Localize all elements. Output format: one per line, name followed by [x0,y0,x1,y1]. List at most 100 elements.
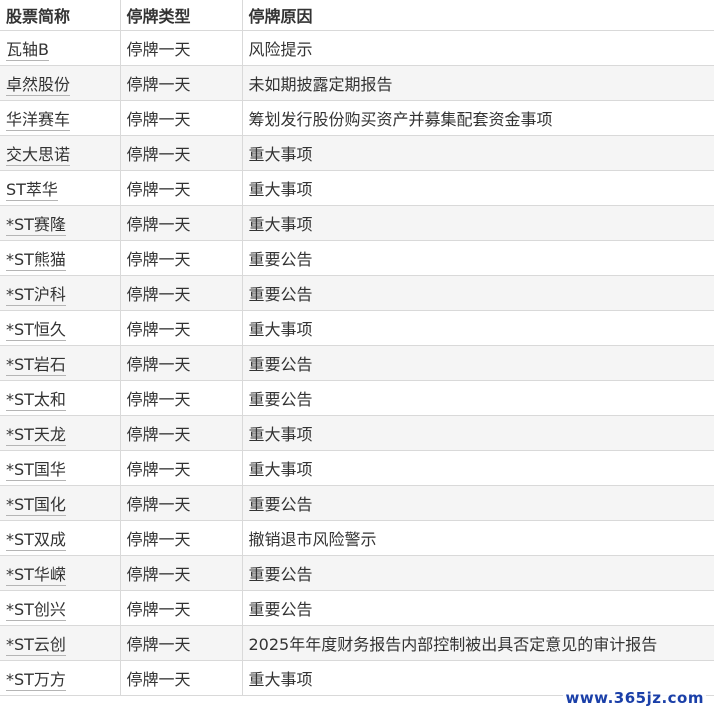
table-row: *ST沪科 停牌一天 重要公告 [0,274,714,311]
stock-name-link[interactable]: *ST万方 [6,669,66,691]
stock-name-cell: ST萃华 [0,169,121,206]
suspension-reason-cell: 重大事项 [241,449,714,486]
suspension-type-cell: 停牌一天 [119,29,243,66]
suspension-reason-cell: 重要公告 [241,379,714,416]
stock-name-link[interactable]: *ST岩石 [6,354,66,376]
stock-name-cell: *ST恒久 [0,309,121,346]
table-row: *ST华嵘 停牌一天 重要公告 [0,554,714,591]
stock-name-cell: *ST国华 [0,449,121,486]
suspension-reason-cell: 重大事项 [241,204,714,241]
stock-name-link[interactable]: *ST双成 [6,529,66,551]
table-row: 交大思诺 停牌一天 重大事项 [0,134,714,171]
suspension-reason-cell: 未如期披露定期报告 [241,64,714,101]
suspension-type-cell: 停牌一天 [119,344,243,381]
stock-name-cell: *ST华嵘 [0,554,121,591]
stock-name-cell: *ST万方 [0,659,121,696]
stock-name-cell: *ST国化 [0,484,121,521]
suspension-reason-cell: 重要公告 [241,589,714,626]
stock-name-cell: *ST赛隆 [0,204,121,241]
suspension-type-cell: 停牌一天 [119,274,243,311]
table-row: *ST双成 停牌一天 撤销退市风险警示 [0,519,714,556]
stock-name-cell: 瓦轴B [0,29,121,66]
stock-name-link[interactable]: *ST国化 [6,494,66,516]
site-watermark: www.365jz.com [563,689,706,707]
suspension-reason-cell: 重大事项 [241,414,714,451]
suspension-reason-cell: 筹划发行股份购买资产并募集配套资金事项 [241,99,714,136]
stock-name-cell: 卓然股份 [0,64,121,101]
header-suspension-reason: 停牌原因 [241,0,714,31]
suspension-type-cell: 停牌一天 [119,484,243,521]
stock-name-link[interactable]: *ST沪科 [6,284,66,306]
stock-name-link[interactable]: *ST熊猫 [6,249,66,271]
stock-name-cell: 华洋赛车 [0,99,121,136]
suspension-type-cell: 停牌一天 [119,624,243,661]
stock-name-cell: *ST岩石 [0,344,121,381]
table-row: *ST云创 停牌一天 2025年年度财务报告内部控制被出具否定意见的审计报告 [0,624,714,661]
table-row: 华洋赛车 停牌一天 筹划发行股份购买资产并募集配套资金事项 [0,99,714,136]
stock-name-link[interactable]: ST萃华 [6,179,58,201]
stock-name-link[interactable]: 华洋赛车 [6,109,71,131]
stock-name-cell: *ST沪科 [0,274,121,311]
suspension-type-cell: 停牌一天 [119,519,243,556]
table-row: 瓦轴B 停牌一天 风险提示 [0,29,714,66]
suspension-reason-cell: 风险提示 [241,29,714,66]
stock-name-cell: *ST熊猫 [0,239,121,276]
suspension-reason-cell: 重要公告 [241,239,714,276]
table-row: *ST熊猫 停牌一天 重要公告 [0,239,714,276]
suspension-reason-cell: 重要公告 [241,344,714,381]
suspension-reason-cell: 重大事项 [241,309,714,346]
suspension-reason-cell: 重要公告 [241,554,714,591]
stock-name-cell: *ST双成 [0,519,121,556]
stock-name-link[interactable]: *ST创兴 [6,599,66,621]
table-row: *ST国化 停牌一天 重要公告 [0,484,714,521]
table-row: *ST恒久 停牌一天 重大事项 [0,309,714,346]
suspension-reason-cell: 重要公告 [241,274,714,311]
table-header-row: 股票简称 停牌类型 停牌原因 [0,0,714,31]
suspension-type-cell: 停牌一天 [119,414,243,451]
stock-name-link[interactable]: *ST云创 [6,634,66,656]
suspension-type-cell: 停牌一天 [119,64,243,101]
table-body: 瓦轴B 停牌一天 风险提示 卓然股份 停牌一天 未如期披露定期报告 华洋赛车 停牌一天 筹划发行… [0,29,714,696]
stock-name-cell: *ST太和 [0,379,121,416]
header-stock-name: 股票简称 [0,0,121,31]
suspension-type-cell: 停牌一天 [119,204,243,241]
suspension-type-cell: 停牌一天 [119,379,243,416]
suspension-reason-cell: 重大事项 [241,134,714,171]
table-row: *ST岩石 停牌一天 重要公告 [0,344,714,381]
stock-name-cell: 交大思诺 [0,134,121,171]
table-row: *ST天龙 停牌一天 重大事项 [0,414,714,451]
suspension-reason-cell: 撤销退市风险警示 [241,519,714,556]
table-row: ST萃华 停牌一天 重大事项 [0,169,714,206]
suspension-type-cell: 停牌一天 [119,449,243,486]
stock-name-cell: *ST天龙 [0,414,121,451]
suspension-reason-cell: 重要公告 [241,484,714,521]
suspension-type-cell: 停牌一天 [119,554,243,591]
suspension-type-cell: 停牌一天 [119,169,243,206]
suspension-type-cell: 停牌一天 [119,309,243,346]
stock-name-link[interactable]: 交大思诺 [6,144,71,166]
stock-name-link[interactable]: *ST国华 [6,459,66,481]
table-row: *ST国华 停牌一天 重大事项 [0,449,714,486]
suspension-type-cell: 停牌一天 [119,589,243,626]
table-row: *ST赛隆 停牌一天 重大事项 [0,204,714,241]
table-row: *ST创兴 停牌一天 重要公告 [0,589,714,626]
stock-name-link[interactable]: *ST华嵘 [6,564,66,586]
stock-name-cell: *ST创兴 [0,589,121,626]
suspension-type-cell: 停牌一天 [119,239,243,276]
stock-name-link[interactable]: *ST恒久 [6,319,66,341]
stock-name-link[interactable]: 卓然股份 [6,74,71,96]
suspension-type-cell: 停牌一天 [119,99,243,136]
stock-name-link[interactable]: 瓦轴B [6,39,49,61]
stock-name-link[interactable]: *ST太和 [6,389,66,411]
suspension-reason-cell: 重大事项 [241,169,714,206]
suspension-table: 股票简称 停牌类型 停牌原因 瓦轴B 停牌一天 风险提示 卓然股份 停牌一天 未如期披露定… [0,0,714,696]
stock-name-link[interactable]: *ST天龙 [6,424,66,446]
suspension-type-cell: 停牌一天 [119,659,243,696]
header-suspension-type: 停牌类型 [119,0,243,31]
stock-name-cell: *ST云创 [0,624,121,661]
suspension-reason-cell: 2025年年度财务报告内部控制被出具否定意见的审计报告 [241,624,714,661]
stock-name-link[interactable]: *ST赛隆 [6,214,66,236]
table-row: *ST太和 停牌一天 重要公告 [0,379,714,416]
table-row: 卓然股份 停牌一天 未如期披露定期报告 [0,64,714,101]
suspension-type-cell: 停牌一天 [119,134,243,171]
